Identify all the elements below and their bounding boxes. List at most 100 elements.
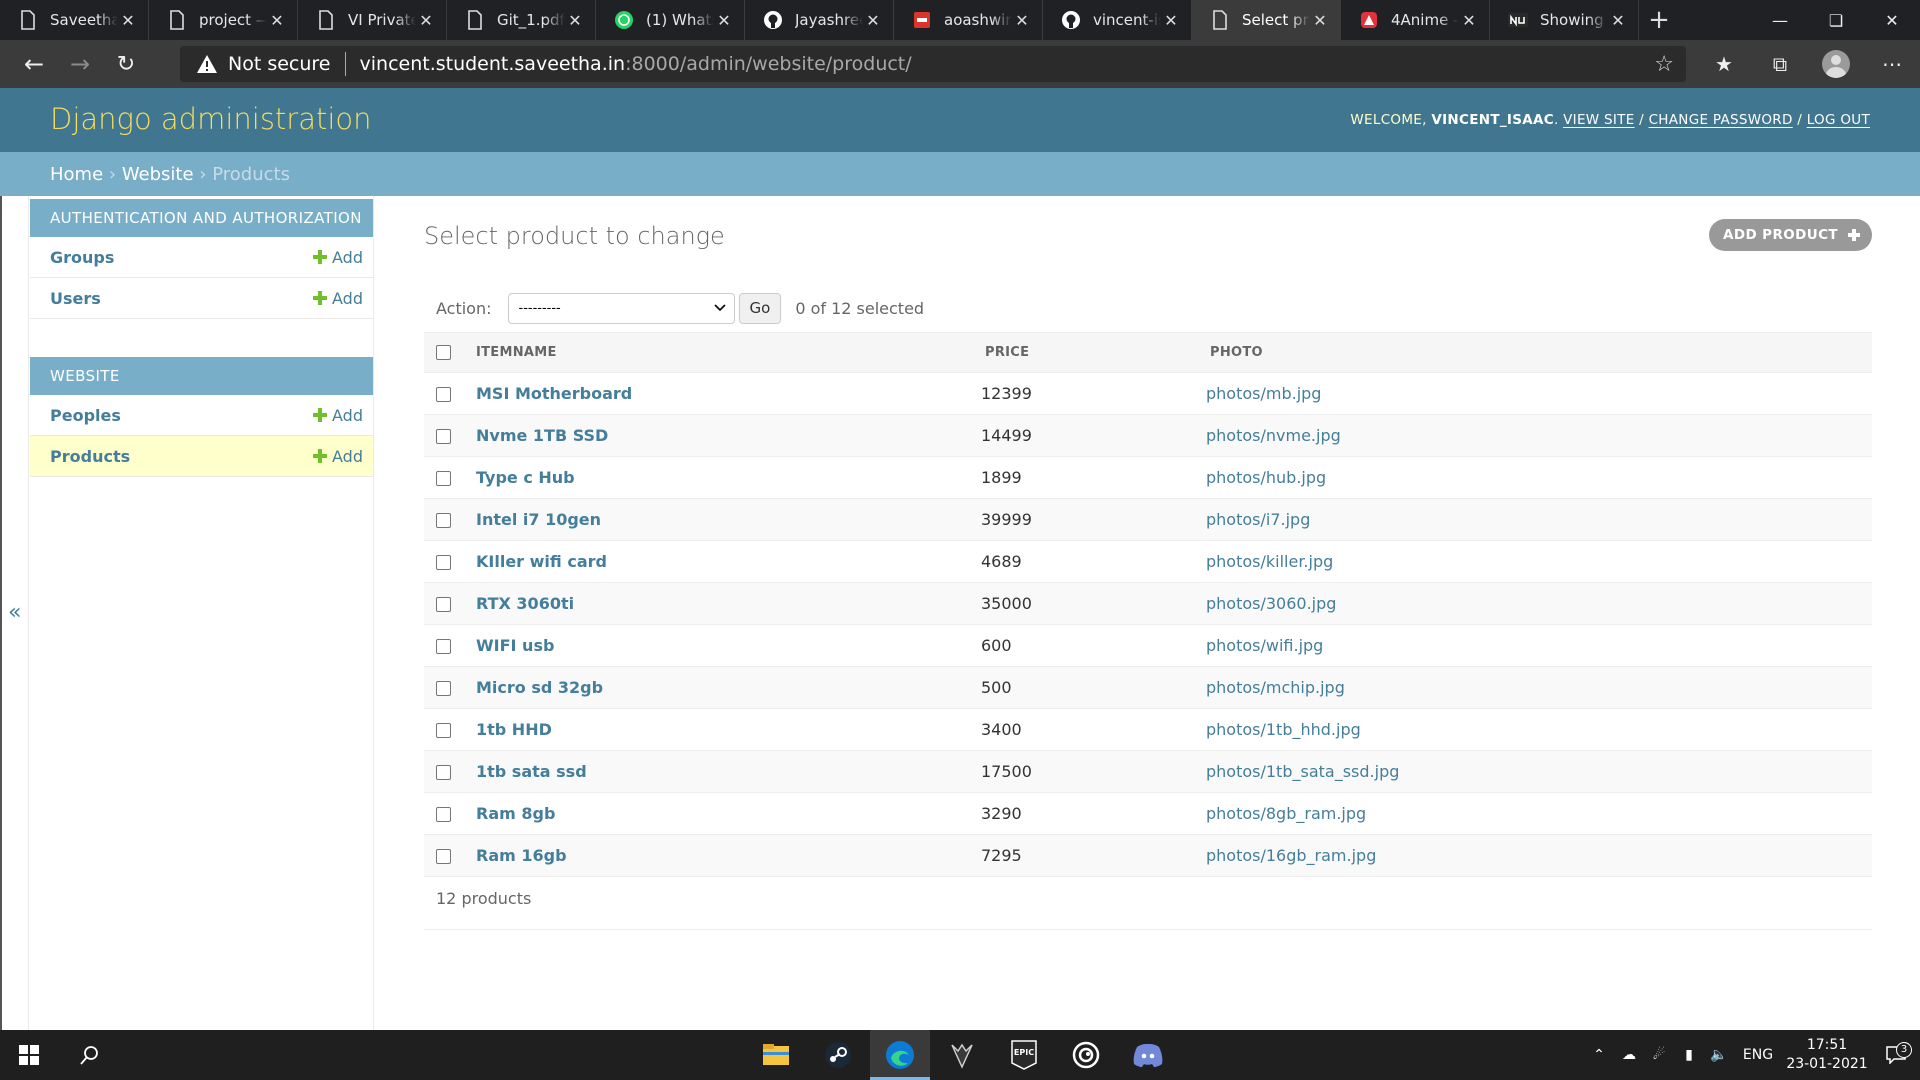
products-link[interactable]: Products	[50, 447, 313, 466]
refresh-button[interactable]: ↻	[104, 44, 148, 84]
browser-tab[interactable]: project — ✕	[149, 0, 298, 40]
product-link[interactable]: Nvme 1TB SSD	[476, 426, 608, 445]
browser-tab[interactable]: vincent-is ✕	[1043, 0, 1192, 40]
action-center-button[interactable]: 3	[1872, 1042, 1920, 1064]
product-link[interactable]: 1tb HHD	[476, 720, 552, 739]
onedrive-icon[interactable]: ☁	[1614, 1047, 1644, 1063]
add-product-sidebar-button[interactable]: Add	[313, 447, 363, 466]
browser-tab[interactable]: (1) Whats ✕	[596, 0, 745, 40]
row-checkbox[interactable]	[436, 513, 451, 528]
discord-taskbar-button[interactable]	[1118, 1030, 1178, 1080]
close-tab-icon[interactable]: ✕	[714, 11, 734, 30]
maximize-button[interactable]: ❏	[1808, 0, 1864, 40]
row-checkbox[interactable]	[436, 723, 451, 738]
epic-games-taskbar-button[interactable]: EPIC	[994, 1030, 1054, 1080]
clock[interactable]: 17:51 23-01-2021	[1782, 1036, 1872, 1074]
product-link[interactable]: Ram 16gb	[476, 846, 567, 865]
close-window-button[interactable]: ✕	[1864, 0, 1920, 40]
add-user-button[interactable]: Add	[313, 289, 363, 308]
breadcrumb-home[interactable]: Home	[50, 164, 103, 185]
volume-icon[interactable]: 🔈	[1704, 1047, 1734, 1063]
battery-icon[interactable]: ▮	[1674, 1047, 1704, 1063]
row-checkbox[interactable]	[436, 471, 451, 486]
minimize-button[interactable]: —	[1752, 0, 1808, 40]
close-tab-icon[interactable]: ✕	[863, 11, 883, 30]
view-site-link[interactable]: VIEW SITE	[1563, 112, 1634, 128]
new-tab-button[interactable]: +	[1639, 0, 1679, 40]
row-checkbox[interactable]	[436, 639, 451, 654]
wifi-icon[interactable]: ☄	[1644, 1047, 1674, 1063]
product-link[interactable]: 1tb sata ssd	[476, 762, 587, 781]
add-group-button[interactable]: Add	[313, 248, 363, 267]
action-select[interactable]: ---------	[507, 292, 735, 324]
collections-icon[interactable]: ⧉	[1752, 52, 1808, 76]
users-link[interactable]: Users	[50, 289, 313, 308]
product-link[interactable]: MSI Motherboard	[476, 384, 632, 403]
address-bar[interactable]: Not secure vincent.student.saveetha.in:8…	[180, 46, 1686, 82]
change-password-link[interactable]: CHANGE PASSWORD	[1649, 112, 1793, 128]
column-header-itemname[interactable]: ITEMNAME	[476, 332, 981, 373]
product-link[interactable]: Intel i7 10gen	[476, 510, 601, 529]
browser-tab[interactable]: VI Private ✕	[298, 0, 447, 40]
module-caption-website[interactable]: WEBSITE	[30, 357, 373, 395]
favorites-icon[interactable]: ★	[1696, 52, 1752, 76]
select-all-checkbox[interactable]	[436, 345, 451, 360]
product-link[interactable]: Type c Hub	[476, 468, 575, 487]
close-tab-icon[interactable]: ✕	[565, 11, 585, 30]
predator-sense-taskbar-button[interactable]	[932, 1030, 992, 1080]
browser-tab[interactable]: aoashwin ✕	[894, 0, 1043, 40]
site-branding[interactable]: Django administration	[50, 102, 372, 136]
close-tab-icon[interactable]: ✕	[267, 11, 287, 30]
security-label[interactable]: Not secure	[228, 53, 331, 75]
file-explorer-taskbar-button[interactable]	[746, 1030, 806, 1080]
row-checkbox[interactable]	[436, 681, 451, 696]
add-product-button[interactable]: ADD PRODUCT	[1708, 219, 1872, 251]
back-button[interactable]: ←	[12, 44, 56, 84]
groups-link[interactable]: Groups	[50, 248, 313, 267]
start-button[interactable]	[0, 1030, 58, 1080]
browser-tab[interactable]: 4Anime - ✕	[1341, 0, 1490, 40]
browser-tab[interactable]: Showing ✕	[1490, 0, 1639, 40]
edge-taskbar-button[interactable]	[870, 1030, 930, 1080]
steam-taskbar-button[interactable]	[808, 1030, 868, 1080]
go-button[interactable]: Go	[738, 292, 782, 324]
close-tab-icon[interactable]: ✕	[1161, 11, 1181, 30]
close-tab-icon[interactable]: ✕	[1012, 11, 1032, 30]
row-checkbox[interactable]	[436, 387, 451, 402]
close-tab-icon[interactable]: ✕	[1608, 11, 1628, 30]
peoples-link[interactable]: Peoples	[50, 406, 313, 425]
close-tab-icon[interactable]: ✕	[1310, 11, 1330, 30]
browser-tab[interactable]: Jayashree ✕	[745, 0, 894, 40]
search-button[interactable]	[64, 1030, 116, 1080]
row-checkbox[interactable]	[436, 429, 451, 444]
ubisoft-connect-taskbar-button[interactable]	[1056, 1030, 1116, 1080]
module-caption-auth[interactable]: AUTHENTICATION AND AUTHORIZATION	[30, 199, 373, 237]
row-checkbox[interactable]	[436, 807, 451, 822]
chevron-up-icon[interactable]: ⌃	[1584, 1047, 1614, 1063]
more-options-icon[interactable]: ⋯	[1864, 52, 1920, 76]
forward-button[interactable]: →	[58, 44, 102, 84]
close-tab-icon[interactable]: ✕	[118, 11, 138, 30]
collapse-sidebar-button[interactable]: «	[8, 600, 21, 625]
language-indicator[interactable]: ENG	[1734, 1047, 1782, 1063]
product-link[interactable]: RTX 3060ti	[476, 594, 574, 613]
product-link[interactable]: WIFI usb	[476, 636, 554, 655]
add-people-button[interactable]: Add	[313, 406, 363, 425]
favorite-star-icon[interactable]: ☆	[1654, 52, 1674, 77]
close-tab-icon[interactable]: ✕	[1459, 11, 1479, 30]
product-link[interactable]: Ram 8gb	[476, 804, 555, 823]
row-checkbox[interactable]	[436, 849, 451, 864]
browser-tab-active[interactable]: Select pro✕	[1192, 0, 1341, 40]
row-checkbox[interactable]	[436, 597, 451, 612]
row-checkbox[interactable]	[436, 765, 451, 780]
breadcrumb-website[interactable]: Website	[122, 164, 194, 185]
profile-avatar[interactable]	[1808, 50, 1864, 78]
row-checkbox[interactable]	[436, 555, 451, 570]
column-header-price[interactable]: PRICE	[981, 332, 1206, 373]
close-tab-icon[interactable]: ✕	[416, 11, 436, 30]
log-out-link[interactable]: LOG OUT	[1807, 112, 1870, 128]
product-link[interactable]: Micro sd 32gb	[476, 678, 603, 697]
browser-tab[interactable]: Git_1.pdf ✕	[447, 0, 596, 40]
product-link[interactable]: KIller wifi card	[476, 552, 607, 571]
browser-tab[interactable]: Saveetha | ✕	[0, 0, 149, 40]
